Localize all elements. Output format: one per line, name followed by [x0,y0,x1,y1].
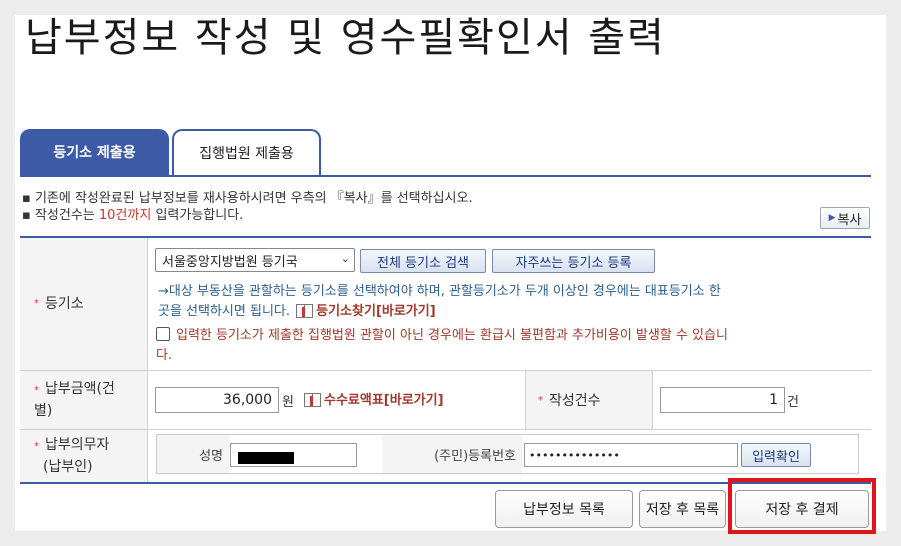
highlight-box [728,478,876,534]
tab-registry-submission[interactable]: 등기소 제출용 [20,129,169,175]
amount-input[interactable]: 36,000 [155,387,279,413]
amount-unit: 원 [282,395,294,410]
registry-row: * 등기소 서울중앙지방법원 등기국 ⌄ 전체 등기소 검색 자주쓰는 등기소 등… [20,238,871,371]
warning-checkbox[interactable] [156,327,170,341]
required-icon: * [34,385,39,396]
book-icon [296,303,314,318]
registry-label: * 등기소 [20,238,148,370]
required-icon: * [34,441,39,452]
fee-table-link[interactable]: 수수료액표[바로가기] [324,393,444,408]
redacted-name [238,452,294,464]
required-icon: * [34,298,39,309]
confirm-input-button[interactable]: 입력확인 [741,443,811,467]
count-input[interactable]: 1 [660,387,785,413]
id-number-label: (주민)등록번호 [382,435,522,473]
name-label: 성명 [157,435,229,473]
notice-item: ▪ 기존에 작성완료된 납부정보를 재사용하시려면 우측의 『복사』를 선택하십… [22,191,473,206]
search-all-registry-button[interactable]: 전체 등기소 검색 [360,249,486,273]
copy-button[interactable]: ▶ 복사 [820,207,870,229]
notice-list: ▪ 기존에 작성완료된 납부정보를 재사용하시려면 우측의 『복사』를 선택하십… [22,190,473,224]
name-input[interactable] [230,443,357,467]
registry-warning: 입력한 등기소가 제출한 집행법원 관할이 아닌 경우에는 환급시 불편함과 추… [156,327,728,363]
page-title: 납부정보 작성 및 영수필확인서 출력 [25,15,666,61]
registry-info: →대상 부동산을 관할하는 등기소를 선택하여야 하며, 관할등기소가 두개 이… [158,284,721,319]
notice-item: ▪ 작성건수는 10건까지 입력가능합니다. [22,208,244,223]
count-unit: 건 [787,395,799,410]
payment-list-button[interactable]: 납부정보 목록 [495,490,633,528]
registry-office-select[interactable]: 서울중앙지방법원 등기국 ⌄ [155,248,355,272]
tab-underline [20,175,871,177]
payer-label: * 납부의무자 (납부인) [20,430,148,482]
book-icon [304,392,321,407]
count-limit-highlight: 10건까지 [98,208,152,223]
id-number-input[interactable]: •••••••••••••• [524,443,738,467]
chevron-down-icon: ⌄ [340,252,350,265]
count-label: * 작성건수 [525,371,653,429]
payer-row: * 납부의무자 (납부인) 성명 (주민)등록번호 •••••••••••••• 입… [20,430,871,483]
required-icon: * [538,394,543,406]
amount-row: * 납부금액(건 별) 36,000 원 수수료액표[바로가기] * 작성건수 1 건 [20,371,871,430]
amount-label: * 납부금액(건 별) [20,371,148,429]
triangle-right-icon: ▶ [828,213,836,223]
save-and-list-button[interactable]: 저장 후 목록 [639,490,726,528]
payer-fields: 성명 (주민)등록번호 •••••••••••••• 입력확인 [156,434,859,474]
fee-table-group: 수수료액표[바로가기] [302,389,444,408]
tab-court-submission[interactable]: 집행법원 제출용 [172,129,321,175]
register-frequent-registry-button[interactable]: 자주쓰는 등기소 등록 [492,249,655,273]
payment-form: * 등기소 서울중앙지방법원 등기국 ⌄ 전체 등기소 검색 자주쓰는 등기소 등… [20,236,871,483]
find-registry-link[interactable]: 등기소찾기[바로가기] [316,304,436,319]
